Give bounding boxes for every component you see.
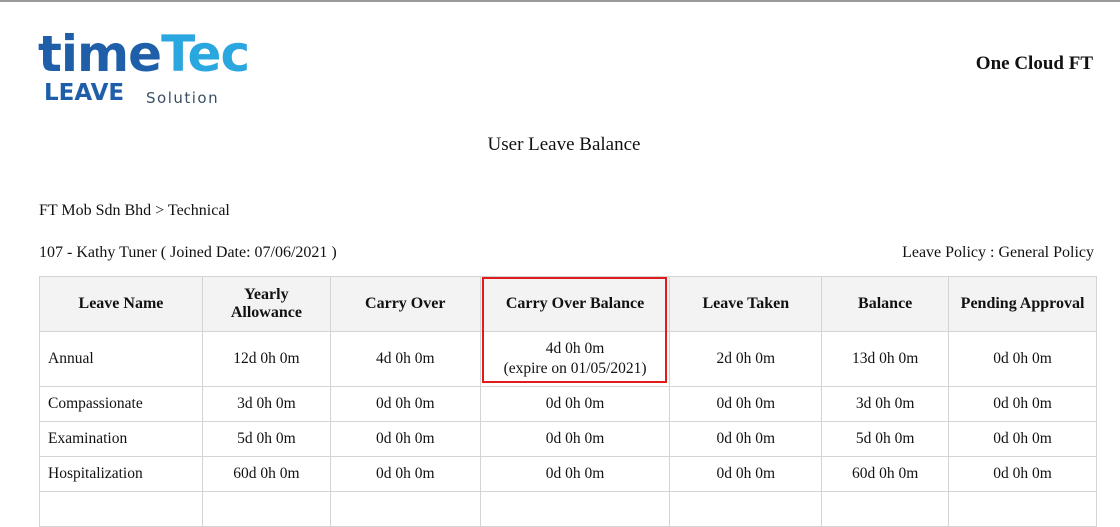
carry-over-expiry-note: (expire on 01/05/2021) [503, 360, 647, 377]
col-header-yearly-allowance-label: Yearly Allowance [230, 286, 302, 321]
table-row: Compassionate 3d 0h 0m 0d 0h 0m 0d 0h 0m… [39, 386, 1097, 422]
logo-leave-text: LEAVE [44, 80, 125, 106]
yearly-allowance-cell: 5d 0h 0m [201, 421, 331, 457]
table-row: Hospitalization 60d 0h 0m 0d 0h 0m 0d 0h… [39, 456, 1097, 492]
col-header-leave-taken: Leave Taken [669, 276, 823, 332]
empty-cell [329, 491, 481, 527]
empty-cell [669, 491, 823, 527]
leave-name-cell: Examination [39, 421, 203, 457]
leave-name-cell: Annual [39, 331, 203, 387]
top-border [0, 0, 1120, 2]
table-row-partial [39, 491, 1097, 527]
carry-over-cell: 0d 0h 0m [329, 386, 481, 422]
carry-over-cell: 4d 0h 0m [329, 331, 481, 387]
balance-cell: 3d 0h 0m [821, 386, 950, 422]
table-row: Annual 12d 0h 0m 4d 0h 0m 4d 0h 0m (expi… [39, 331, 1097, 387]
pending-approval-cell: 0d 0h 0m [948, 386, 1097, 422]
col-header-yearly-allowance: Yearly Allowance [201, 276, 331, 332]
yearly-allowance-cell: 60d 0h 0m [201, 456, 331, 492]
empty-cell [479, 491, 671, 527]
carry-over-balance-cell: 0d 0h 0m [479, 386, 671, 422]
yearly-allowance-cell: 3d 0h 0m [201, 386, 331, 422]
logo-tec-text: Tec [161, 25, 250, 83]
table-row: Examination 5d 0h 0m 0d 0h 0m 0d 0h 0m 0… [39, 421, 1097, 457]
table-header-row: Leave Name Yearly Allowance Carry Over C… [39, 276, 1097, 332]
col-header-leave-name: Leave Name [39, 276, 203, 332]
col-header-carry-over: Carry Over [329, 276, 481, 332]
balance-cell: 5d 0h 0m [821, 421, 950, 457]
empty-cell [821, 491, 950, 527]
pending-approval-cell: 0d 0h 0m [948, 421, 1097, 457]
logo-time-text: time [38, 25, 162, 83]
carry-over-cell: 0d 0h 0m [329, 421, 481, 457]
leave-taken-cell: 0d 0h 0m [669, 421, 823, 457]
empty-cell [39, 491, 203, 527]
leave-name-cell: Hospitalization [39, 456, 203, 492]
carry-over-balance-cell: 0d 0h 0m [479, 456, 671, 492]
col-header-balance: Balance [821, 276, 950, 332]
timetec-leave-logo: timeTec LEAVE Solution [38, 18, 250, 110]
leave-balance-table: Leave Name Yearly Allowance Carry Over C… [39, 276, 1097, 527]
carry-over-cell: 0d 0h 0m [329, 456, 481, 492]
col-header-pending-approval: Pending Approval [948, 276, 1097, 332]
employee-info: 107 - Kathy Tuner ( Joined Date: 07/06/2… [39, 244, 337, 261]
pending-approval-cell: 0d 0h 0m [948, 331, 1097, 387]
department-path: FT Mob Sdn Bhd > Technical [39, 202, 230, 219]
carry-over-balance-cell: 4d 0h 0m (expire on 01/05/2021) [479, 331, 671, 387]
empty-cell [201, 491, 331, 527]
leave-taken-cell: 0d 0h 0m [669, 456, 823, 492]
logo-solution-text: Solution [146, 89, 220, 107]
carry-over-balance-cell: 0d 0h 0m [479, 421, 671, 457]
empty-cell [948, 491, 1097, 527]
company-name: One Cloud FT [975, 53, 1093, 74]
report-title: User Leave Balance [487, 134, 641, 155]
carry-over-balance-value: 4d 0h 0m [545, 340, 605, 357]
col-header-carry-over-balance: Carry Over Balance [479, 276, 671, 332]
pending-approval-cell: 0d 0h 0m [948, 456, 1097, 492]
leave-policy: Leave Policy : General Policy [902, 244, 1094, 261]
leave-name-cell: Compassionate [39, 386, 203, 422]
balance-cell: 60d 0h 0m [821, 456, 950, 492]
yearly-allowance-cell: 12d 0h 0m [201, 331, 331, 387]
leave-taken-cell: 2d 0h 0m [669, 331, 823, 387]
leave-taken-cell: 0d 0h 0m [669, 386, 823, 422]
balance-cell: 13d 0h 0m [821, 331, 950, 387]
